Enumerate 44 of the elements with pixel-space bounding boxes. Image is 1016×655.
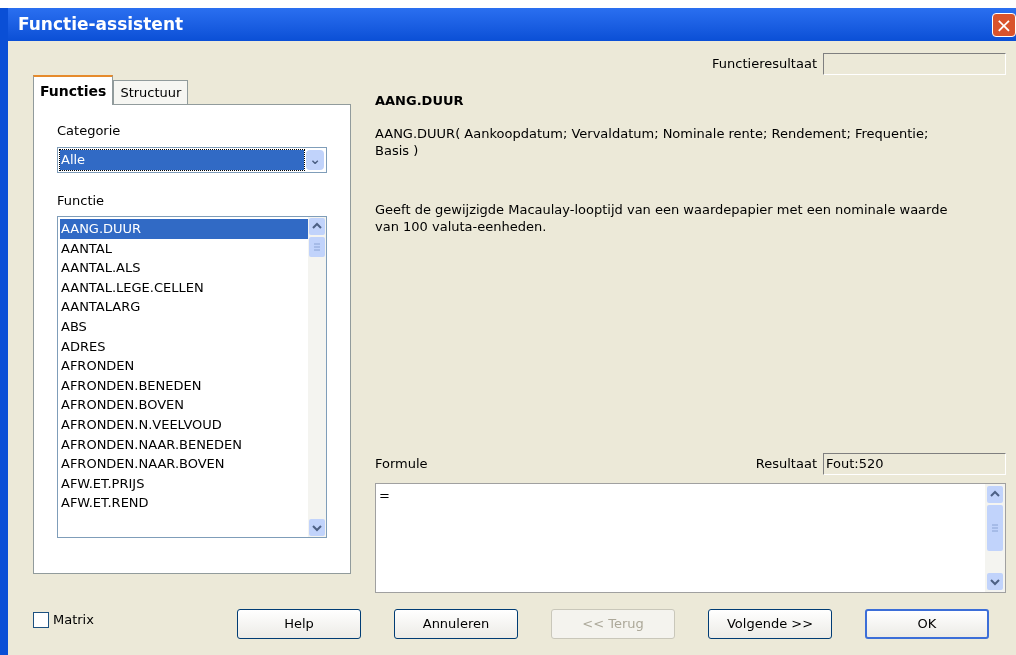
function-list-item[interactable]: AFW.ET.REND: [60, 493, 308, 513]
function-list-item[interactable]: AFRONDEN.NAAR.BENEDEN: [60, 434, 308, 455]
scroll-thumb[interactable]: [987, 505, 1003, 551]
function-list-item[interactable]: AANTALARG: [60, 297, 308, 317]
dialog-button[interactable]: Volgende >>: [708, 609, 832, 639]
function-list-item[interactable]: ADRES: [60, 336, 308, 357]
formula-label: Formule: [375, 454, 428, 473]
dialog-button[interactable]: Annuleren: [394, 609, 518, 639]
scroll-down-icon[interactable]: [309, 519, 325, 536]
function-list-item[interactable]: AANTAL.ALS: [60, 258, 308, 278]
dialog-button[interactable]: Help: [237, 609, 361, 639]
function-list-item[interactable]: AFW.ET.PRIJS: [60, 473, 308, 494]
function-list-item[interactable]: AFRONDEN.NAAR.BOVEN: [60, 454, 308, 474]
function-list-item[interactable]: AFRONDEN.N.VEELVOUD: [60, 414, 308, 435]
dialog-button[interactable]: OK: [865, 609, 989, 639]
result-label: Resultaat: [755, 455, 817, 474]
tab[interactable]: Functies: [33, 75, 114, 105]
scroll-thumb[interactable]: [309, 237, 325, 257]
function-list-item[interactable]: ABS: [60, 316, 308, 337]
scroll-up-icon[interactable]: [309, 218, 325, 235]
category-label: Categorie: [57, 122, 122, 140]
scroll-down-icon[interactable]: [987, 573, 1003, 590]
function-description: Geeft de gewijzigde Macaulay-looptijd van een waardepapier met een nominale waarde van 100 valuta-eenheden.: [375, 200, 949, 235]
result-field: Fout:520: [823, 453, 1006, 475]
tab[interactable]: Structuur: [113, 80, 189, 105]
function-label: Functie: [57, 191, 106, 210]
function-list-item[interactable]: AFRONDEN.BOVEN: [60, 395, 308, 415]
scrollbar[interactable]: [308, 217, 326, 537]
window-title: Functie-assistent: [18, 12, 184, 36]
matrix-checkbox[interactable]: [33, 612, 49, 628]
function-syntax: AANG.DUUR( Aankoopdatum; Vervaldatum; Nominale rente; Rendement; Frequentie; Basis ): [375, 124, 930, 159]
function-list-item[interactable]: AANTAL.LEGE.CELLEN: [60, 277, 308, 298]
scrollbar[interactable]: [985, 484, 1005, 592]
close-button[interactable]: ×: [992, 12, 1016, 37]
category-dropdown[interactable]: Alle ⌄: [57, 146, 327, 173]
function-list-item[interactable]: AFRONDEN: [60, 356, 308, 376]
function-name: AANG.DUUR: [375, 92, 465, 110]
scroll-up-icon[interactable]: [987, 486, 1003, 503]
matrix-label: Matrix: [53, 611, 94, 630]
function-list-item[interactable]: AANG.DUUR: [60, 219, 308, 239]
function-list-item[interactable]: AANTAL: [60, 238, 308, 259]
function-list-item[interactable]: AFRONDEN.BENEDEN: [60, 375, 308, 396]
function-result-label: Functieresultaat: [712, 55, 817, 74]
formula-field[interactable]: =: [375, 483, 1006, 593]
